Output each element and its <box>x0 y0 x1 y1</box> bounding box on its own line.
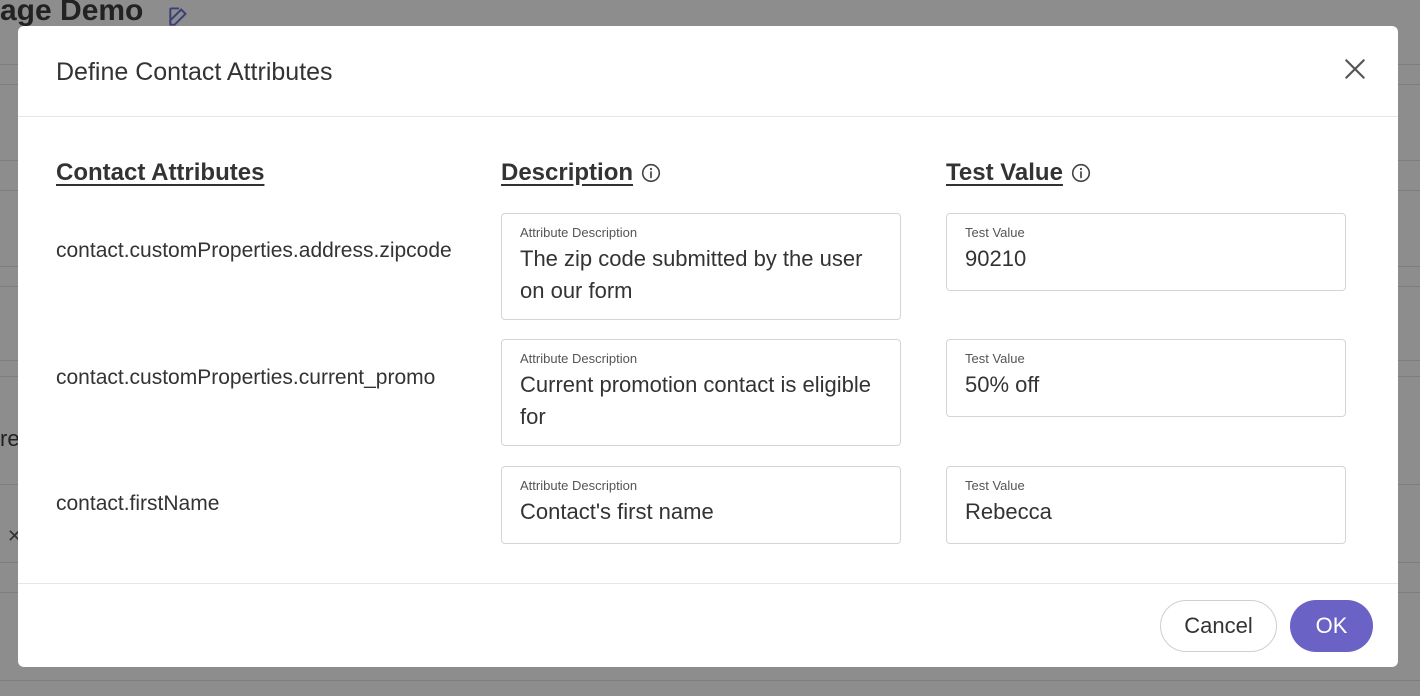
field-value[interactable]: 50% off <box>965 369 1327 401</box>
test-value-field[interactable]: Test Value Rebecca <box>946 466 1346 544</box>
attribute-description-field[interactable]: Attribute Description The zip code submi… <box>501 213 901 320</box>
dialog-footer: Cancel OK <box>18 583 1398 667</box>
ok-button[interactable]: OK <box>1290 600 1373 652</box>
field-label: Attribute Description <box>520 351 638 366</box>
field-label: Test Value <box>965 478 1025 493</box>
field-value[interactable]: Rebecca <box>965 496 1327 528</box>
field-value[interactable]: Contact's first name <box>520 496 882 528</box>
field-value[interactable]: Current promotion contact is eligible fo… <box>520 369 882 433</box>
column-header-label: Contact Attributes <box>56 159 265 186</box>
info-icon[interactable] <box>1071 163 1091 183</box>
cancel-button[interactable]: Cancel <box>1160 600 1277 652</box>
close-icon[interactable] <box>1342 56 1368 82</box>
field-label: Attribute Description <box>520 225 638 240</box>
dialog-header: Define Contact Attributes <box>18 26 1398 117</box>
attribute-name: contact.firstName <box>56 492 220 515</box>
column-header-contact-attributes: Contact Attributes <box>56 159 264 187</box>
column-header-label: Test Value <box>946 159 1063 186</box>
page-title: age Demo <box>0 0 144 27</box>
field-label: Test Value <box>965 225 1025 240</box>
field-label: Test Value <box>965 351 1025 366</box>
dialog-title: Define Contact Attributes <box>56 58 333 86</box>
test-value-field[interactable]: Test Value 50% off <box>946 339 1346 417</box>
attribute-description-field[interactable]: Attribute Description Contact's first na… <box>501 466 901 544</box>
define-contact-attributes-dialog: Define Contact Attributes Contact Attrib… <box>18 26 1398 667</box>
column-header-test-value: Test Value <box>946 159 1091 187</box>
column-header-label: Description <box>501 159 634 186</box>
attribute-name: contact.customProperties.address.zipcode <box>56 239 452 262</box>
background-text-fragment: re <box>0 426 20 451</box>
field-label: Attribute Description <box>520 478 638 493</box>
test-value-field[interactable]: Test Value 90210 <box>946 213 1346 291</box>
dialog-body: Contact Attributes Description Test Valu… <box>18 117 1398 583</box>
attribute-name: contact.customProperties.current_promo <box>56 366 436 389</box>
column-header-description: Description <box>501 159 661 187</box>
field-value[interactable]: The zip code submitted by the user on ou… <box>520 243 882 307</box>
attribute-description-field[interactable]: Attribute Description Current promotion … <box>501 339 901 446</box>
info-icon[interactable] <box>641 163 661 183</box>
field-value[interactable]: 90210 <box>965 243 1327 275</box>
